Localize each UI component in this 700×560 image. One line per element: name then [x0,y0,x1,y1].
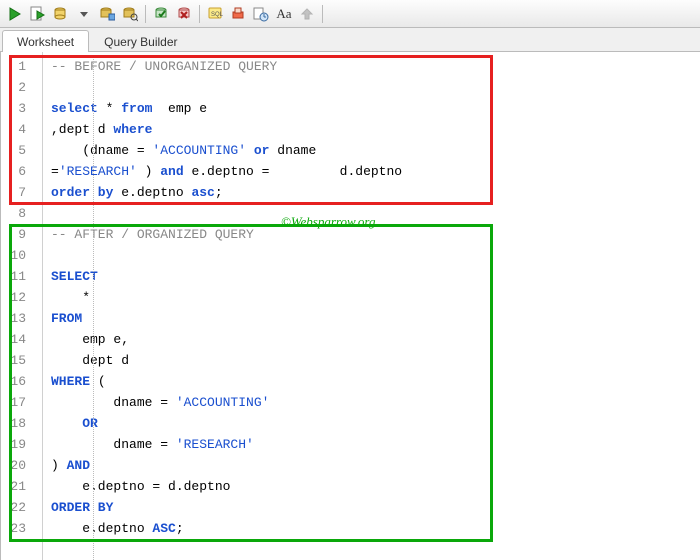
commit-icon[interactable] [150,3,172,25]
separator [145,5,146,23]
tab-query-builder[interactable]: Query Builder [89,30,192,52]
comment: -- AFTER / ORGANIZED QUERY [51,227,254,242]
unshared-worksheet-icon[interactable]: SQL [204,3,226,25]
tools-icon[interactable] [296,3,318,25]
sql-editor[interactable]: 1 2 3 4 5 6 7 8 9 10 11 12 13 14 15 16 1… [0,52,700,560]
run-icon[interactable] [4,3,26,25]
sql-history-icon[interactable] [96,3,118,25]
autotrace-dropdown-icon[interactable] [73,3,95,25]
line-gutter: 1 2 3 4 5 6 7 8 9 10 11 12 13 14 15 16 1… [1,52,43,560]
svg-text:SQL: SQL [211,12,223,18]
separator [322,5,323,23]
tab-worksheet[interactable]: Worksheet [2,30,89,52]
sql-monitor-icon[interactable] [119,3,141,25]
run-script-icon[interactable] [27,3,49,25]
code-area[interactable]: -- BEFORE / UNORGANIZED QUERY select * f… [43,52,700,560]
editor-tabs: Worksheet Query Builder [0,28,700,52]
rollback-icon[interactable] [173,3,195,25]
separator [199,5,200,23]
history-clock-icon[interactable] [250,3,272,25]
case-icon[interactable]: Aa [273,3,295,25]
clear-icon[interactable] [227,3,249,25]
explain-plan-icon[interactable] [50,3,72,25]
toolbar: SQL Aa [0,0,700,28]
comment: -- BEFORE / UNORGANIZED QUERY [51,59,277,74]
